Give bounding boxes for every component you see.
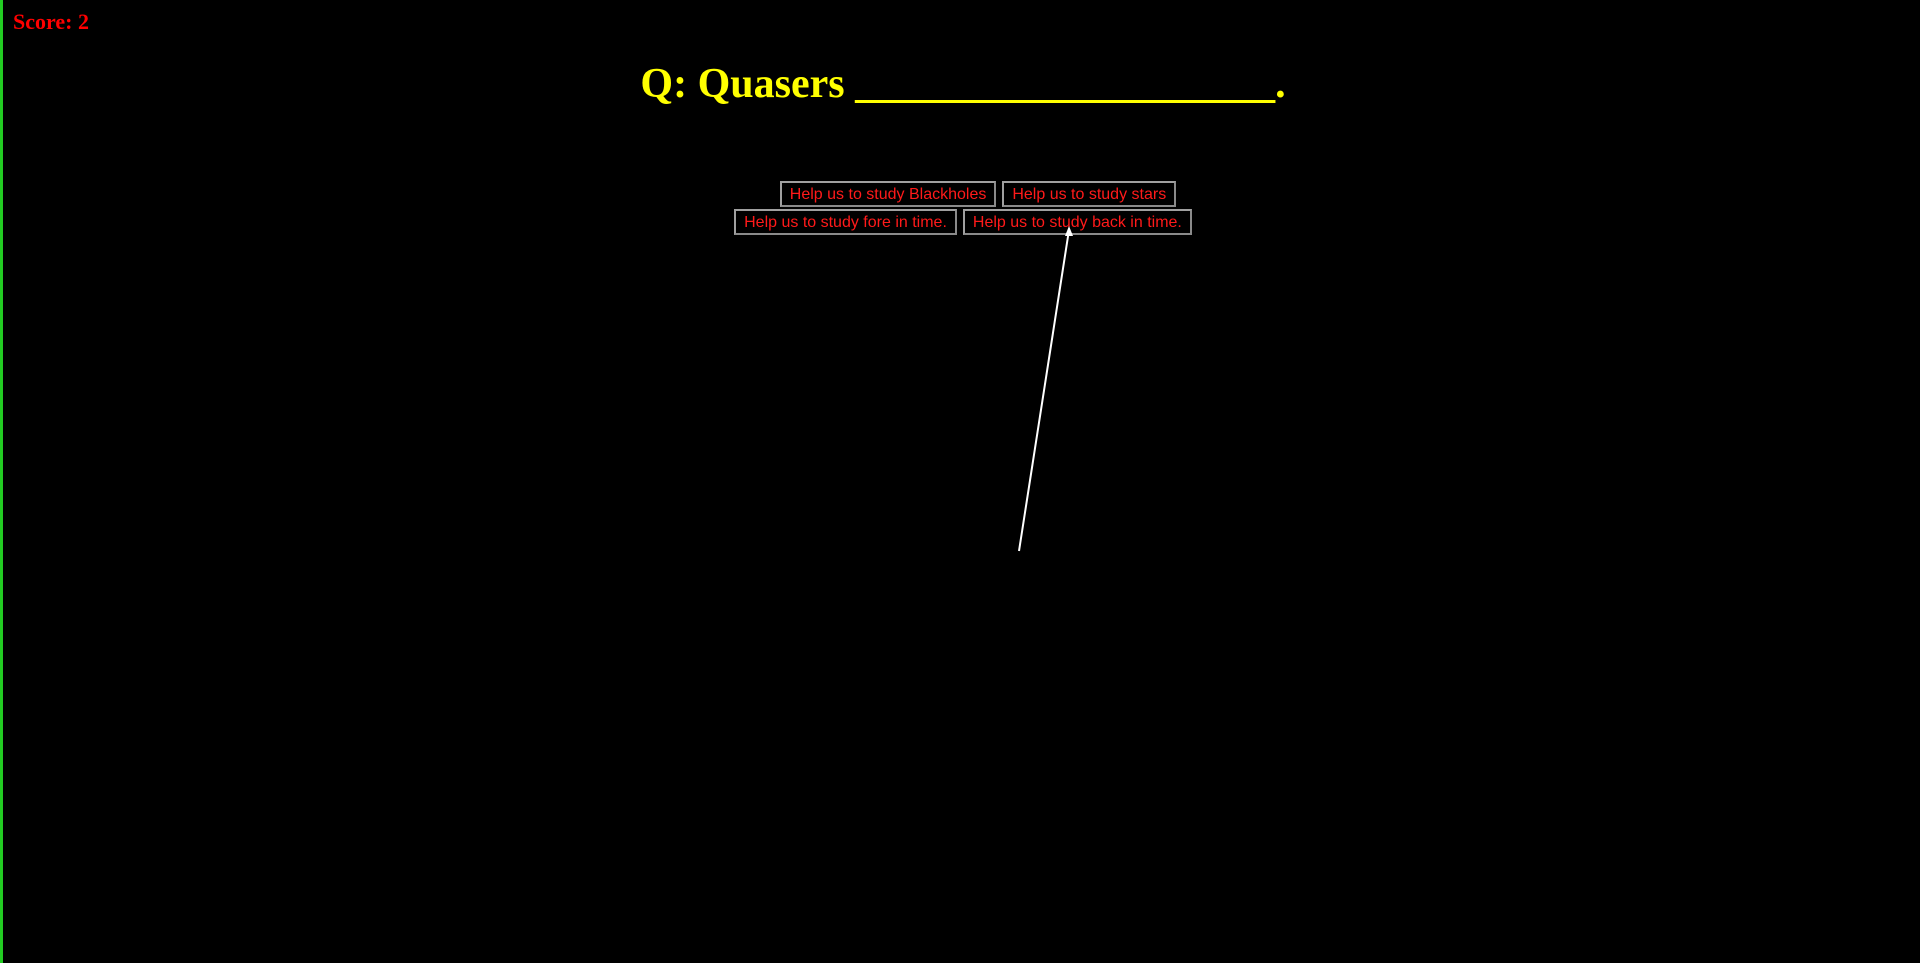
question-text: Q: Quasers ____________________. <box>640 61 1286 107</box>
answer-row-1: Help us to study Blackholes Help us to s… <box>33 181 1920 209</box>
answer-stars-button[interactable]: Help us to study stars <box>1002 181 1177 207</box>
aim-line <box>1018 229 1070 552</box>
answer-fore-in-time-button[interactable]: Help us to study fore in time. <box>734 209 957 235</box>
answer-row-2: Help us to study fore in time. Help us t… <box>3 209 1920 237</box>
aim-line-arrow-icon <box>1018 226 1073 552</box>
answer-blackholes-button[interactable]: Help us to study Blackholes <box>779 181 997 207</box>
score-display: Score: 2 <box>13 9 89 34</box>
answer-back-in-time-button[interactable]: Help us to study back in time. <box>962 209 1192 235</box>
answer-options: Help us to study Blackholes Help us to s… <box>3 181 1920 237</box>
game-canvas[interactable]: Score: 2 Q: Quasers ____________________… <box>0 0 1918 963</box>
